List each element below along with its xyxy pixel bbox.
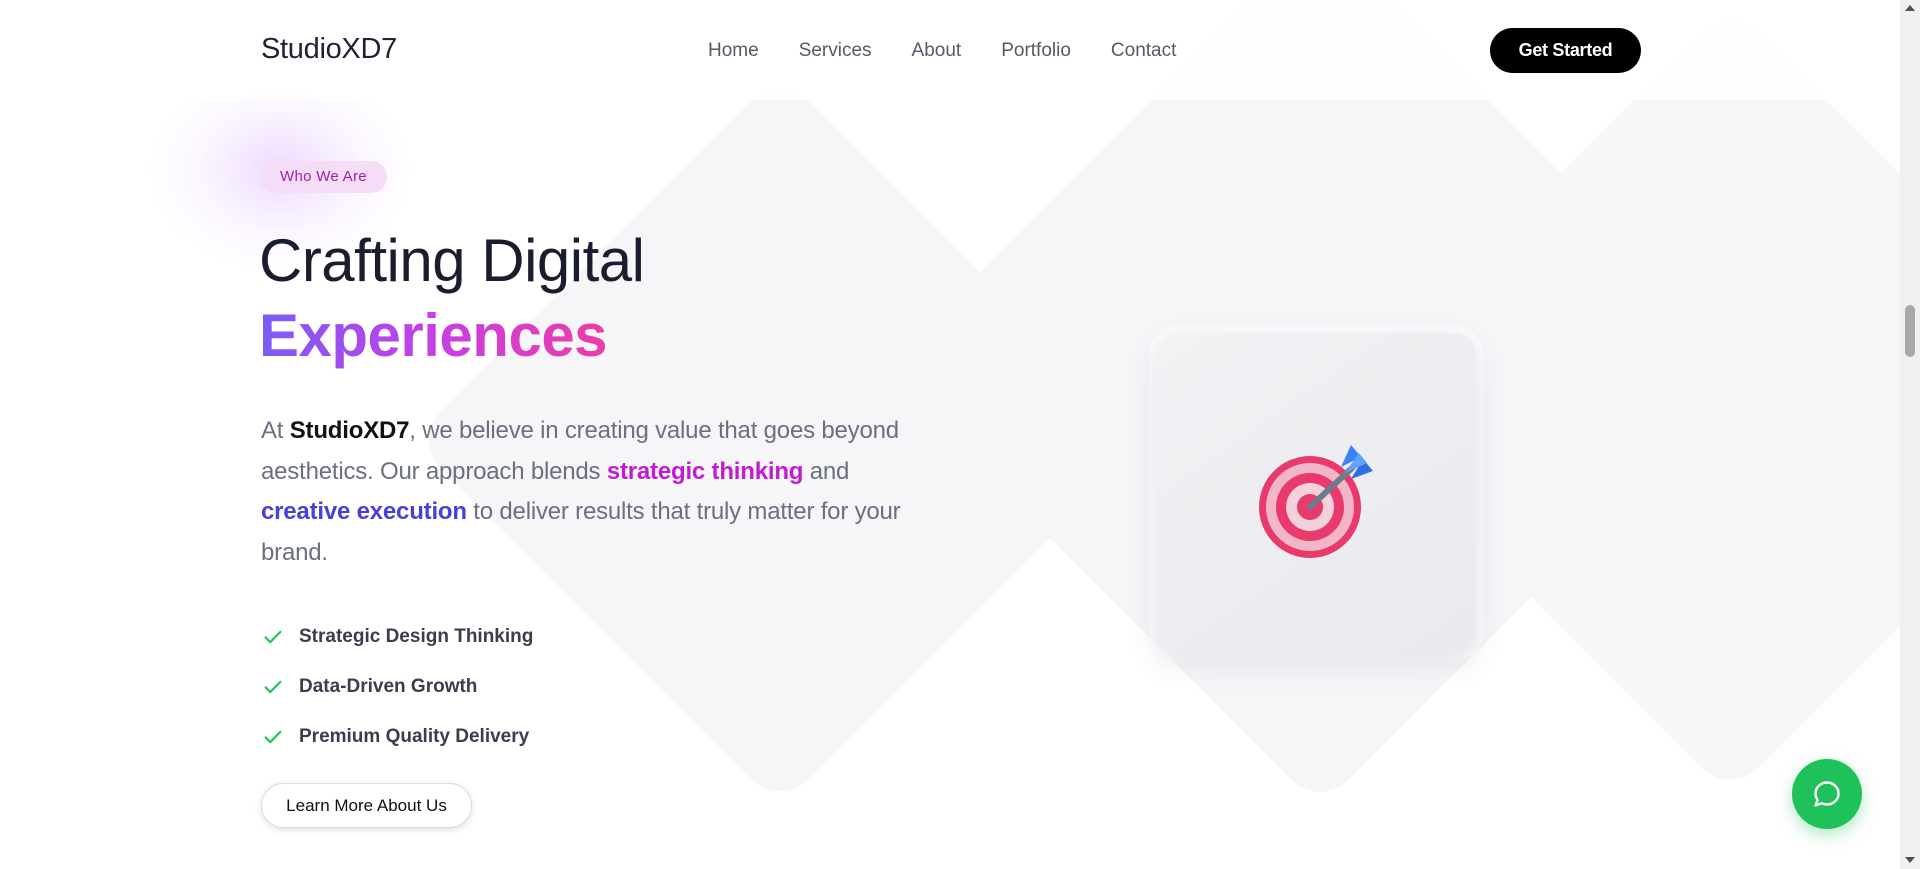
highlight-strategic-thinking: strategic thinking — [606, 457, 804, 485]
highlight-creative-execution: creative execution — [261, 498, 467, 525]
chat-bubble-icon — [1814, 781, 1840, 807]
feature-label: Premium Quality Delivery — [299, 726, 530, 747]
scroll-thumb[interactable] — [1905, 305, 1915, 357]
feature-item: Strategic Design Thinking — [262, 612, 533, 662]
feature-list: Strategic Design Thinking Data-Driven Gr… — [262, 612, 533, 762]
feature-label: Data-Driven Growth — [299, 676, 478, 697]
nav-link-portfolio[interactable]: Portfolio — [1001, 40, 1071, 62]
check-icon — [264, 730, 282, 744]
nav-link-home[interactable]: Home — [708, 40, 759, 62]
check-icon — [264, 680, 282, 694]
hero-description: At StudioXD7, we believe in creating val… — [261, 411, 941, 573]
hero-title-line2: Experiences — [259, 302, 608, 369]
nav-link-services[interactable]: Services — [799, 40, 872, 62]
hero-title-line1: Crafting Digital — [259, 227, 645, 294]
site-header: StudioXD7 Home Services About Portfolio … — [0, 0, 1900, 100]
direct-hit-target-icon — [1259, 445, 1373, 558]
description-text: At — [261, 417, 290, 444]
feature-item: Data-Driven Growth — [262, 662, 533, 712]
chat-button[interactable] — [1792, 759, 1862, 829]
description-brand: StudioXD7 — [289, 417, 410, 444]
scroll-down-arrow-icon[interactable] — [1905, 857, 1915, 863]
get-started-button[interactable]: Get Started — [1490, 28, 1641, 73]
nav-link-contact[interactable]: Contact — [1111, 40, 1176, 62]
learn-more-button[interactable]: Learn More About Us — [261, 783, 472, 828]
feature-label: Strategic Design Thinking — [299, 626, 534, 647]
main-nav: Home Services About Portfolio Contact — [708, 40, 1176, 62]
illustration-card — [1157, 333, 1476, 653]
feature-item: Premium Quality Delivery — [262, 712, 533, 762]
brand-logo[interactable]: StudioXD7 — [261, 33, 397, 66]
page-scrollbar[interactable] — [1900, 0, 1920, 869]
nav-link-about[interactable]: About — [912, 40, 962, 62]
scroll-up-arrow-icon[interactable] — [1905, 5, 1915, 11]
section-badge: Who We Are — [260, 161, 387, 193]
check-icon — [264, 630, 282, 644]
description-text: and — [803, 457, 850, 485]
